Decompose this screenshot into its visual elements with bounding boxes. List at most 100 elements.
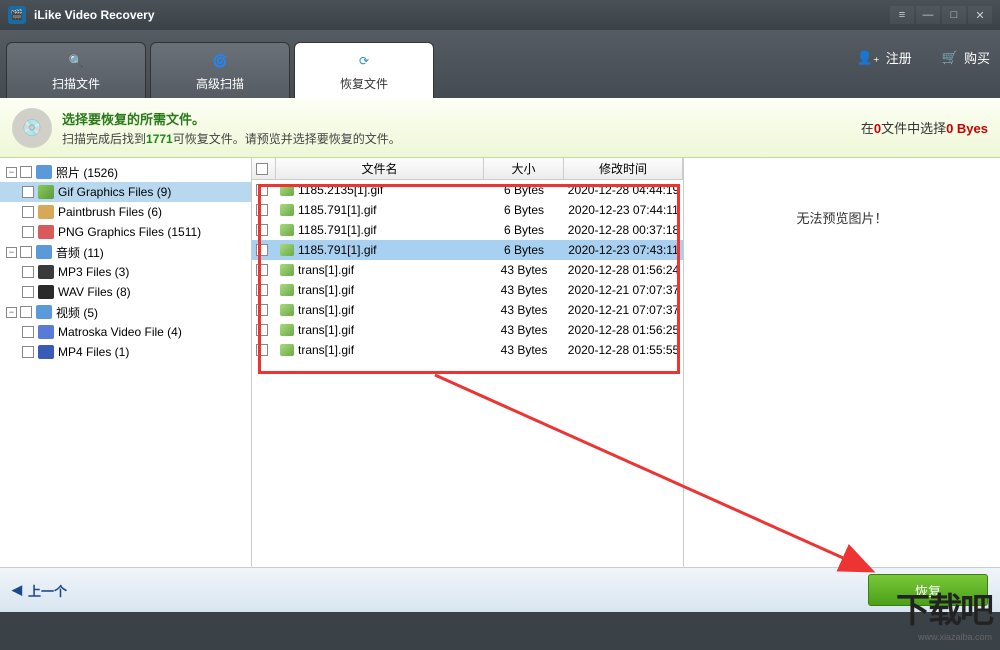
tree-item-photos[interactable]: −照片 (1526): [0, 162, 251, 182]
titlebar: 🎬 iLike Video Recovery ≡ — □ ✕: [0, 0, 1000, 30]
preview-panel: 无法预览图片！: [684, 158, 1000, 567]
tab-recover-files[interactable]: ⟳ 恢复文件: [294, 42, 434, 98]
file-icon: [280, 264, 294, 276]
close-button[interactable]: ✕: [968, 6, 992, 24]
col-size[interactable]: 大小: [484, 158, 564, 179]
file-name: trans[1].gif: [298, 323, 354, 337]
row-checkbox[interactable]: [256, 344, 268, 356]
file-size: 6 Bytes: [484, 243, 564, 257]
disk-icon: 💿: [12, 108, 52, 148]
file-date: 2020-12-23 07:44:11: [564, 203, 683, 217]
row-checkbox[interactable]: [256, 244, 268, 256]
file-name: 1185.2135[1].gif: [298, 183, 383, 197]
row-checkbox[interactable]: [256, 264, 268, 276]
file-name: trans[1].gif: [298, 303, 354, 317]
file-date: 2020-12-21 07:07:37: [564, 303, 683, 317]
tree-item-video[interactable]: −视频 (5): [0, 302, 251, 322]
tree-item-gif[interactable]: Gif Graphics Files (9): [0, 182, 251, 202]
previous-label: 上一个: [28, 581, 67, 600]
restore-icon: ⟳: [352, 49, 376, 73]
row-checkbox[interactable]: [256, 184, 268, 196]
main-area: −照片 (1526) Gif Graphics Files (9) Paintb…: [0, 158, 1000, 568]
file-row[interactable]: trans[1].gif 43 Bytes2020-12-21 07:07:37: [252, 280, 683, 300]
tree-item-audio[interactable]: −音频 (11): [0, 242, 251, 262]
file-date: 2020-12-28 01:56:25: [564, 323, 683, 337]
file-row[interactable]: trans[1].gif 43 Bytes2020-12-28 01:56:25: [252, 320, 683, 340]
file-date: 2020-12-28 04:44:19: [564, 183, 683, 197]
tab-label: 高级扫描: [196, 75, 244, 92]
file-date: 2020-12-21 07:07:37: [564, 283, 683, 297]
app-icon: 🎬: [8, 6, 26, 24]
col-checkbox[interactable]: [252, 158, 276, 179]
toolbar: 🔍 扫描文件 🌀 高级扫描 ⟳ 恢复文件 👤₊ 注册 🛒 购买: [0, 30, 1000, 98]
file-size: 6 Bytes: [484, 183, 564, 197]
file-icon: [280, 324, 294, 336]
file-name: trans[1].gif: [298, 343, 354, 357]
row-checkbox[interactable]: [256, 224, 268, 236]
row-checkbox[interactable]: [256, 204, 268, 216]
tab-label: 扫描文件: [52, 75, 100, 92]
tree-item-wav[interactable]: WAV Files (8): [0, 282, 251, 302]
bottom-bar: ◀ 上一个 恢复: [0, 568, 1000, 612]
file-row[interactable]: trans[1].gif43 Bytes2020-12-28 01:55:55: [252, 340, 683, 360]
file-icon: [280, 224, 294, 236]
file-name: trans[1].gif: [298, 283, 354, 297]
tree-item-paintbrush[interactable]: Paintbrush Files (6): [0, 202, 251, 222]
col-date[interactable]: 修改时间: [564, 158, 683, 179]
buy-button[interactable]: 🛒 购买: [942, 48, 990, 67]
tree-item-mp3[interactable]: MP3 Files (3): [0, 262, 251, 282]
file-icon: [280, 344, 294, 356]
tab-advanced-scan[interactable]: 🌀 高级扫描: [150, 42, 290, 98]
tree-item-mkv[interactable]: Matroska Video File (4): [0, 322, 251, 342]
arrow-left-icon: ◀: [12, 582, 22, 598]
watermark: 下载吧 www.xiazaiba.com: [896, 583, 992, 642]
magnifier-icon: 🔍: [64, 49, 88, 73]
file-icon: [280, 244, 294, 256]
file-icon: [280, 304, 294, 316]
toolbar-right: 👤₊ 注册 🛒 购买: [857, 48, 990, 67]
file-size: 43 Bytes: [484, 343, 564, 357]
tree-item-mp4[interactable]: MP4 Files (1): [0, 342, 251, 362]
file-size: 43 Bytes: [484, 283, 564, 297]
file-icon: [280, 204, 294, 216]
file-row[interactable]: 1185.791[1].gif 6 Bytes2020-12-28 00:37:1…: [252, 220, 683, 240]
info-title: 选择要恢复的所需文件。: [62, 109, 401, 128]
info-subtitle: 扫描完成后找到1771可恢复文件。请预览并选择要恢复的文件。: [62, 130, 401, 147]
file-size: 43 Bytes: [484, 303, 564, 317]
preview-message: 无法预览图片！: [796, 208, 887, 227]
menu-button[interactable]: ≡: [890, 6, 914, 24]
buy-label: 购买: [964, 48, 990, 67]
refresh-icon: 🌀: [208, 49, 232, 73]
file-date: 2020-12-23 07:43:11: [564, 243, 683, 257]
row-checkbox[interactable]: [256, 324, 268, 336]
tab-scan-files[interactable]: 🔍 扫描文件: [6, 42, 146, 98]
row-checkbox[interactable]: [256, 304, 268, 316]
file-row[interactable]: trans[1].gif 43 Bytes2020-12-21 07:07:37: [252, 300, 683, 320]
file-size: 6 Bytes: [484, 223, 564, 237]
file-list-panel: 文件名 大小 修改时间 1185.2135[1].gif6 Bytes2020-…: [252, 158, 684, 567]
row-checkbox[interactable]: [256, 284, 268, 296]
maximize-button[interactable]: □: [942, 6, 966, 24]
file-name: 1185.791[1].gif: [298, 223, 377, 237]
file-name: trans[1].gif: [298, 263, 354, 277]
file-row[interactable]: 1185.791[1].gif6 Bytes2020-12-23 07:44:1…: [252, 200, 683, 220]
file-list-header: 文件名 大小 修改时间: [252, 158, 683, 180]
file-row[interactable]: trans[1].gif43 Bytes2020-12-28 01:56:24: [252, 260, 683, 280]
tree-item-png[interactable]: PNG Graphics Files (1511): [0, 222, 251, 242]
category-tree[interactable]: −照片 (1526) Gif Graphics Files (9) Paintb…: [0, 158, 252, 567]
minimize-button[interactable]: —: [916, 6, 940, 24]
file-list-body[interactable]: 1185.2135[1].gif6 Bytes2020-12-28 04:44:…: [252, 180, 683, 567]
file-size: 43 Bytes: [484, 323, 564, 337]
file-name: 1185.791[1].gif: [298, 243, 377, 257]
app-title: iLike Video Recovery: [34, 8, 888, 22]
previous-button[interactable]: ◀ 上一个: [12, 581, 67, 600]
file-name: 1185.791[1].gif: [298, 203, 377, 217]
file-date: 2020-12-28 00:37:18: [564, 223, 683, 237]
footer-strip: [0, 612, 1000, 650]
file-icon: [280, 284, 294, 296]
file-row[interactable]: 1185.791[1].gif 6 Bytes2020-12-23 07:43:1…: [252, 240, 683, 260]
col-filename[interactable]: 文件名: [276, 158, 484, 179]
file-row[interactable]: 1185.2135[1].gif 6 Bytes2020-12-28 04:44:…: [252, 180, 683, 200]
register-button[interactable]: 👤₊ 注册: [857, 48, 912, 67]
file-size: 43 Bytes: [484, 263, 564, 277]
